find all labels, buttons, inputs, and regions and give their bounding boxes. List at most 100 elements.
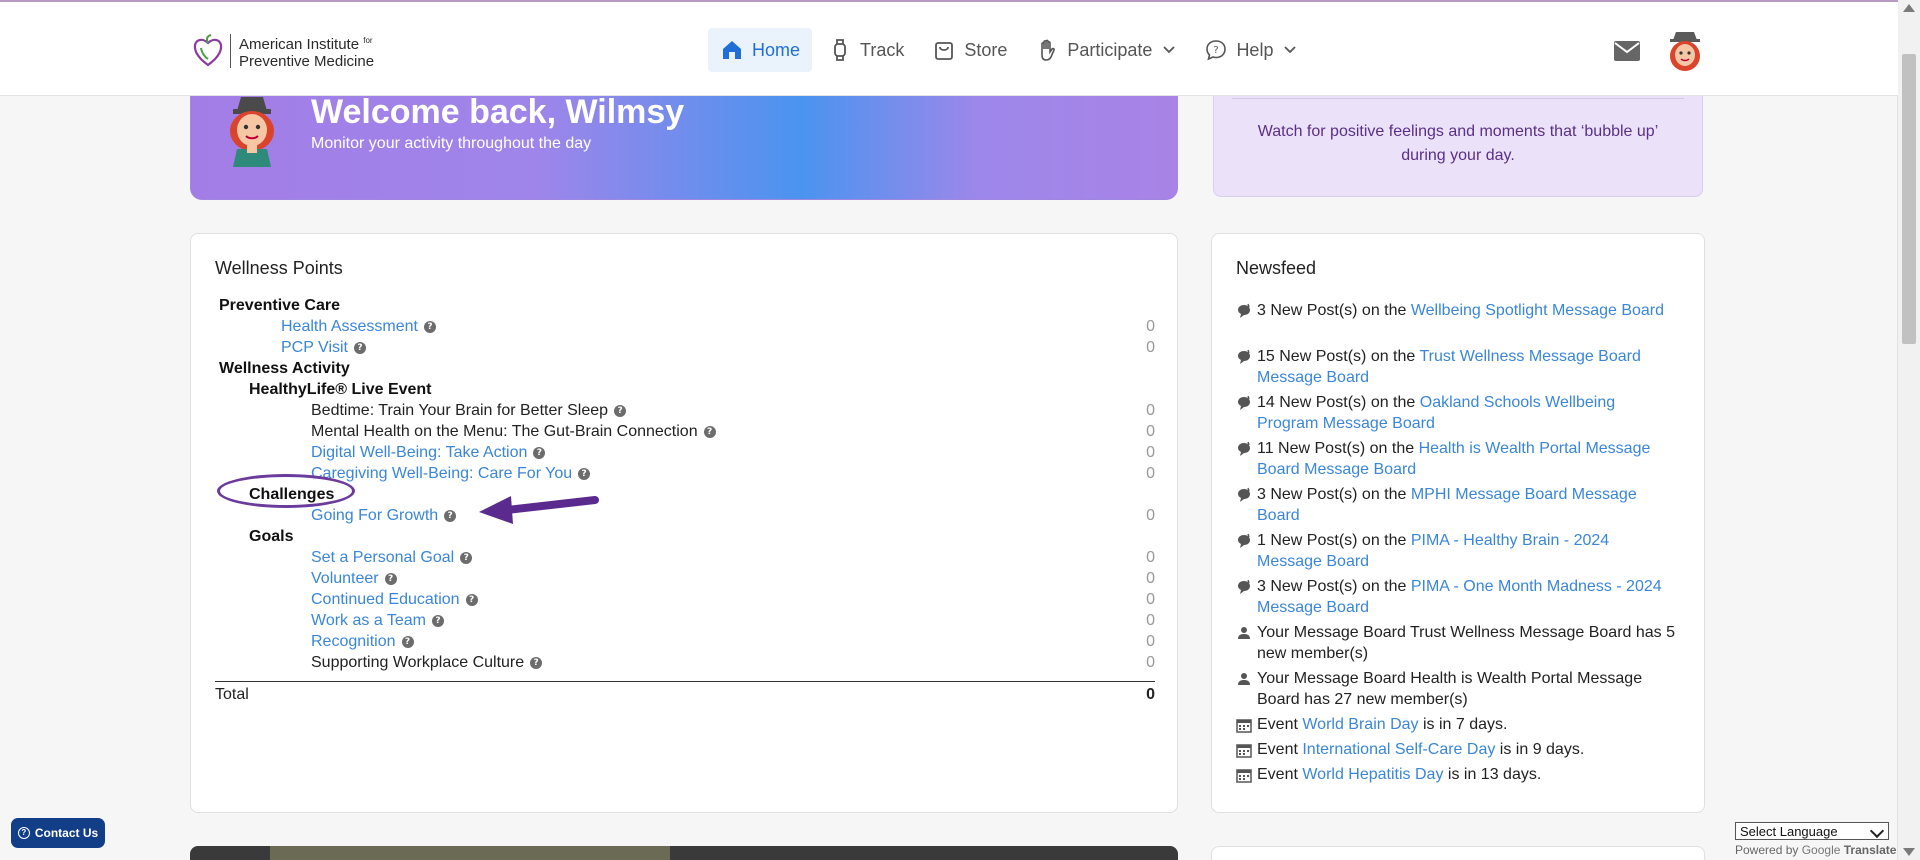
- scroll-up-arrow-icon[interactable]: [1903, 4, 1915, 12]
- row-link[interactable]: Volunteer?: [311, 568, 397, 589]
- newsfeed-post: is in 7 days.: [1418, 716, 1508, 733]
- help-icon[interactable]: ?: [401, 635, 414, 648]
- welcome-subtitle: Monitor your activity throughout the day: [311, 135, 592, 152]
- logo-text: American Institute for Preventive Medici…: [239, 32, 374, 70]
- newsfeed-link[interactable]: Wellbeing Spotlight Message Board: [1411, 302, 1664, 319]
- row-link[interactable]: Health Assessment?: [281, 316, 436, 337]
- help-icon[interactable]: ?: [384, 572, 397, 585]
- row-label[interactable]: PCP Visit: [281, 337, 348, 358]
- newsfeed-item: Your Message Board Trust Wellness Messag…: [1236, 622, 1676, 664]
- row-link[interactable]: Going For Growth?: [311, 505, 457, 526]
- user-avatar[interactable]: [1665, 30, 1705, 72]
- scrollbar-thumb[interactable]: [1902, 54, 1916, 344]
- help-icon[interactable]: ?: [533, 446, 546, 459]
- translate-label: Translate: [1843, 843, 1897, 857]
- nav-store[interactable]: Store: [920, 28, 1019, 72]
- powered-by-google-translate: Powered by Google Translate: [1735, 843, 1896, 857]
- nav-help[interactable]: ? Help: [1192, 28, 1309, 72]
- row-digital-well-being: Digital Well-Being: Take Action? 0: [191, 442, 1155, 463]
- newsfeed-text: 3 New Post(s) on the MPHI Message Board …: [1257, 484, 1676, 526]
- newsfeed-item: Event International Self-Care Day is in …: [1236, 739, 1676, 760]
- row-label[interactable]: Recognition: [311, 631, 396, 652]
- nav-help-label: Help: [1236, 39, 1274, 60]
- help-icon[interactable]: ?: [578, 467, 591, 480]
- total-row: Total 0: [215, 686, 1155, 704]
- newsfeed-card: Newsfeed 3 New Post(s) on the Wellbeing …: [1211, 233, 1705, 813]
- speech-bubble-icon: [1238, 487, 1250, 502]
- row-label[interactable]: Set a Personal Goal: [311, 547, 454, 568]
- row-value: 0: [1146, 570, 1155, 587]
- newsfeed-pre: 3 New Post(s) on the: [1257, 302, 1411, 319]
- newsfeed-title: Newsfeed: [1236, 258, 1317, 278]
- row-link[interactable]: Recognition?: [311, 631, 414, 652]
- calendar-icon: [1236, 719, 1252, 733]
- help-icon[interactable]: ?: [354, 341, 366, 354]
- row-text: Bedtime: Train Your Brain for Better Sle…: [311, 400, 627, 421]
- apple-heart-logo-icon: [193, 34, 223, 67]
- total-label: Total: [215, 686, 249, 703]
- hand-icon: [1041, 39, 1056, 61]
- row-value: 0: [1146, 444, 1155, 461]
- row-value: 0: [1146, 633, 1155, 650]
- row-link[interactable]: Work as a Team?: [311, 610, 445, 631]
- row-label[interactable]: Volunteer: [311, 568, 379, 589]
- nav-participate-label: Participate: [1067, 39, 1153, 60]
- row-label[interactable]: Going For Growth: [311, 505, 438, 526]
- shopping-bag-icon: [935, 42, 954, 60]
- row-link[interactable]: PCP Visit?: [281, 337, 366, 358]
- tip-divider: [1232, 98, 1684, 99]
- logo-divider: [230, 34, 231, 68]
- row-label: HealthyLife® Live Event: [249, 381, 432, 398]
- help-icon[interactable]: ?: [460, 551, 473, 564]
- section-wellness-activity: Wellness Activity: [191, 358, 1155, 379]
- row-value: 0: [1146, 465, 1155, 482]
- help-icon[interactable]: ?: [614, 404, 627, 417]
- row-label[interactable]: Caregiving Well-Being: Care For You: [311, 463, 572, 484]
- newsfeed-link[interactable]: World Hepatitis Day: [1302, 766, 1443, 783]
- row-label[interactable]: Digital Well-Being: Take Action: [311, 442, 527, 463]
- row-set-personal-goal: Set a Personal Goal? 0: [191, 547, 1155, 568]
- help-icon[interactable]: ?: [444, 509, 457, 522]
- chevron-down-icon: [1284, 46, 1297, 54]
- help-icon[interactable]: ?: [530, 656, 543, 669]
- page-scrollbar[interactable]: [1897, 0, 1920, 860]
- row-label[interactable]: Health Assessment: [281, 316, 418, 337]
- row-link[interactable]: Caregiving Well-Being: Care For You?: [311, 463, 591, 484]
- language-select[interactable]: Select Language: [1735, 822, 1889, 840]
- nav-track[interactable]: Track: [816, 28, 916, 72]
- scroll-down-arrow-icon[interactable]: [1903, 848, 1915, 856]
- help-icon[interactable]: ?: [465, 593, 478, 606]
- newsfeed-text: 11 New Post(s) on the Health is Wealth P…: [1257, 438, 1676, 480]
- site-logo[interactable]: American Institute for Preventive Medici…: [192, 32, 374, 70]
- person-icon: [1238, 673, 1250, 685]
- speech-bubble-icon: [1238, 395, 1250, 410]
- help-icon[interactable]: ?: [703, 425, 716, 438]
- newsfeed-pre: Event: [1257, 716, 1303, 733]
- contact-us-button[interactable]: ? Contact Us: [11, 818, 105, 848]
- newsfeed-pre: 3 New Post(s) on the: [1257, 486, 1411, 503]
- row-label: Wellness Activity: [219, 360, 350, 377]
- newsfeed-text: Your Message Board Health is Wealth Port…: [1257, 670, 1643, 708]
- newsfeed-link[interactable]: World Brain Day: [1302, 716, 1418, 733]
- newsfeed-text: Event World Brain Day is in 7 days.: [1257, 714, 1507, 735]
- newsfeed-post: is in 13 days.: [1443, 766, 1542, 783]
- svg-text:?: ?: [1214, 45, 1219, 56]
- row-label[interactable]: Work as a Team: [311, 610, 426, 631]
- row-label[interactable]: Continued Education: [311, 589, 460, 610]
- newsfeed-link[interactable]: International Self-Care Day: [1302, 741, 1495, 758]
- row-link[interactable]: Continued Education?: [311, 589, 478, 610]
- help-icon[interactable]: ?: [432, 614, 445, 627]
- help-icon[interactable]: ?: [423, 320, 436, 333]
- row-health-assessment: Health Assessment? 0: [191, 316, 1155, 337]
- nav-participate[interactable]: Participate: [1023, 28, 1188, 72]
- row-link[interactable]: Set a Personal Goal?: [311, 547, 473, 568]
- nav-home[interactable]: Home: [708, 28, 813, 72]
- nav-home-label: Home: [752, 39, 801, 60]
- logo-line-2: Preventive Medicine: [239, 53, 375, 70]
- row-link[interactable]: Digital Well-Being: Take Action?: [311, 442, 546, 463]
- calendar-icon: [1236, 769, 1252, 783]
- newsfeed-pre: 11 New Post(s) on the: [1257, 440, 1419, 457]
- mail-icon[interactable]: [1613, 40, 1641, 62]
- speech-bubble-icon: [1238, 303, 1250, 318]
- row-mental-health-menu: Mental Health on the Menu: The Gut-Brain…: [191, 421, 1155, 442]
